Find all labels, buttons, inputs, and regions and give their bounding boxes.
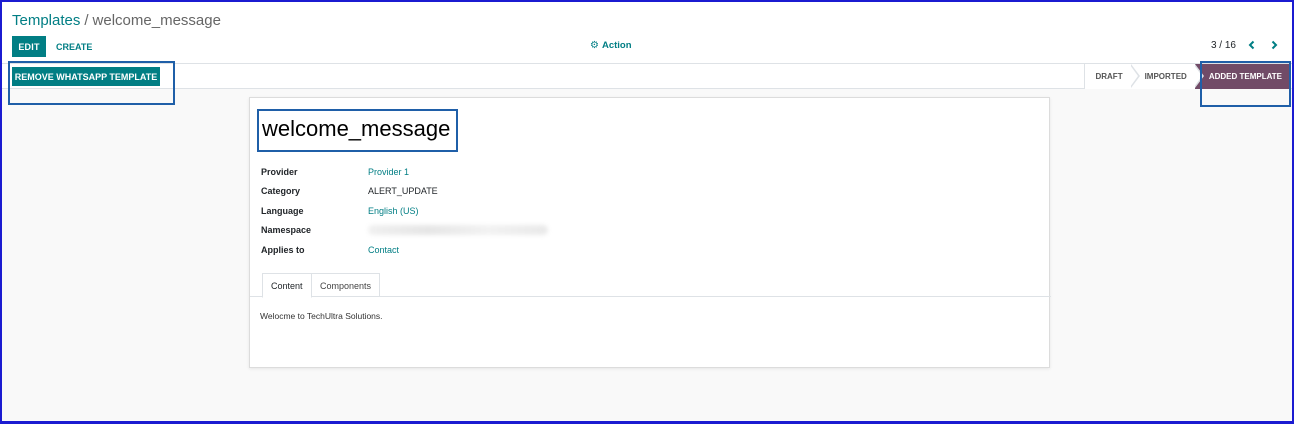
pager: 3 / 16 <box>1211 39 1280 51</box>
stage-imported[interactable]: IMPORTED <box>1130 64 1204 89</box>
create-button[interactable]: CREATE <box>52 36 96 57</box>
field-label: Category <box>261 186 301 197</box>
action-label: Action <box>601 40 632 51</box>
field-label: Applies to <box>261 244 305 255</box>
breadcrumb-templates-link[interactable]: Templates <box>12 12 80 29</box>
gear-icon: ⚙ <box>590 39 599 51</box>
record-title: welcome_message <box>262 116 451 141</box>
breadcrumb: Templates / welcome_message <box>12 12 221 29</box>
stage-added-template[interactable]: ADDED TEMPLATE <box>1194 64 1290 89</box>
notebook-tabs: Content Components <box>250 273 1051 298</box>
breadcrumb-current: welcome_message <box>92 12 221 29</box>
chevron-left-icon[interactable] <box>1246 39 1258 51</box>
breadcrumb-separator: / <box>84 12 89 29</box>
stage-imported-label: IMPORTED <box>1144 72 1187 81</box>
provider-link[interactable]: Provider 1 <box>368 167 409 177</box>
content-text: Welocme to TechUltra Solutions. <box>260 311 383 321</box>
field-label: Namespace <box>261 225 312 236</box>
language-link[interactable]: English (US) <box>368 206 419 216</box>
stage-added-template-label: ADDED TEMPLATE <box>1208 72 1282 81</box>
stage-arrow <box>1193 64 1204 88</box>
pager-value[interactable]: 3 / 16 <box>1211 40 1236 51</box>
field-category: Category ALERT_UPDATE <box>261 182 548 202</box>
tab-content[interactable]: Content <box>262 273 312 298</box>
chevron-right-icon[interactable] <box>1268 39 1280 51</box>
applies-to-link[interactable]: Contact <box>368 245 399 255</box>
remove-whatsapp-template-button[interactable]: REMOVE WHATSAPP TEMPLATE <box>12 67 160 86</box>
field-list: Provider Provider 1 Category ALERT_UPDAT… <box>261 162 548 260</box>
field-label: Language <box>261 205 304 216</box>
namespace-value-redacted <box>368 225 548 236</box>
field-namespace: Namespace <box>261 221 548 241</box>
form-sheet: welcome_message Provider Provider 1 Cate… <box>249 97 1051 368</box>
category-value: ALERT_UPDATE <box>368 186 438 197</box>
edit-button[interactable]: EDIT <box>12 36 46 57</box>
stage-arrow <box>1129 64 1140 88</box>
stage-draft-label: DRAFT <box>1095 72 1123 81</box>
stage-draft[interactable]: DRAFT <box>1084 64 1140 89</box>
field-language: Language English (US) <box>261 201 548 221</box>
field-applies-to: Applies to Contact <box>261 240 548 260</box>
action-menu[interactable]: ⚙ Action <box>590 40 632 51</box>
tab-components[interactable]: Components <box>312 273 381 297</box>
field-provider: Provider Provider 1 <box>261 162 548 182</box>
field-label: Provider <box>261 166 298 177</box>
control-panel: Templates / welcome_message EDIT CREATE ⚙ … <box>0 0 1294 64</box>
stage-pipeline: DRAFT IMPORTED ADDED TEMPLATE <box>1084 64 1290 89</box>
